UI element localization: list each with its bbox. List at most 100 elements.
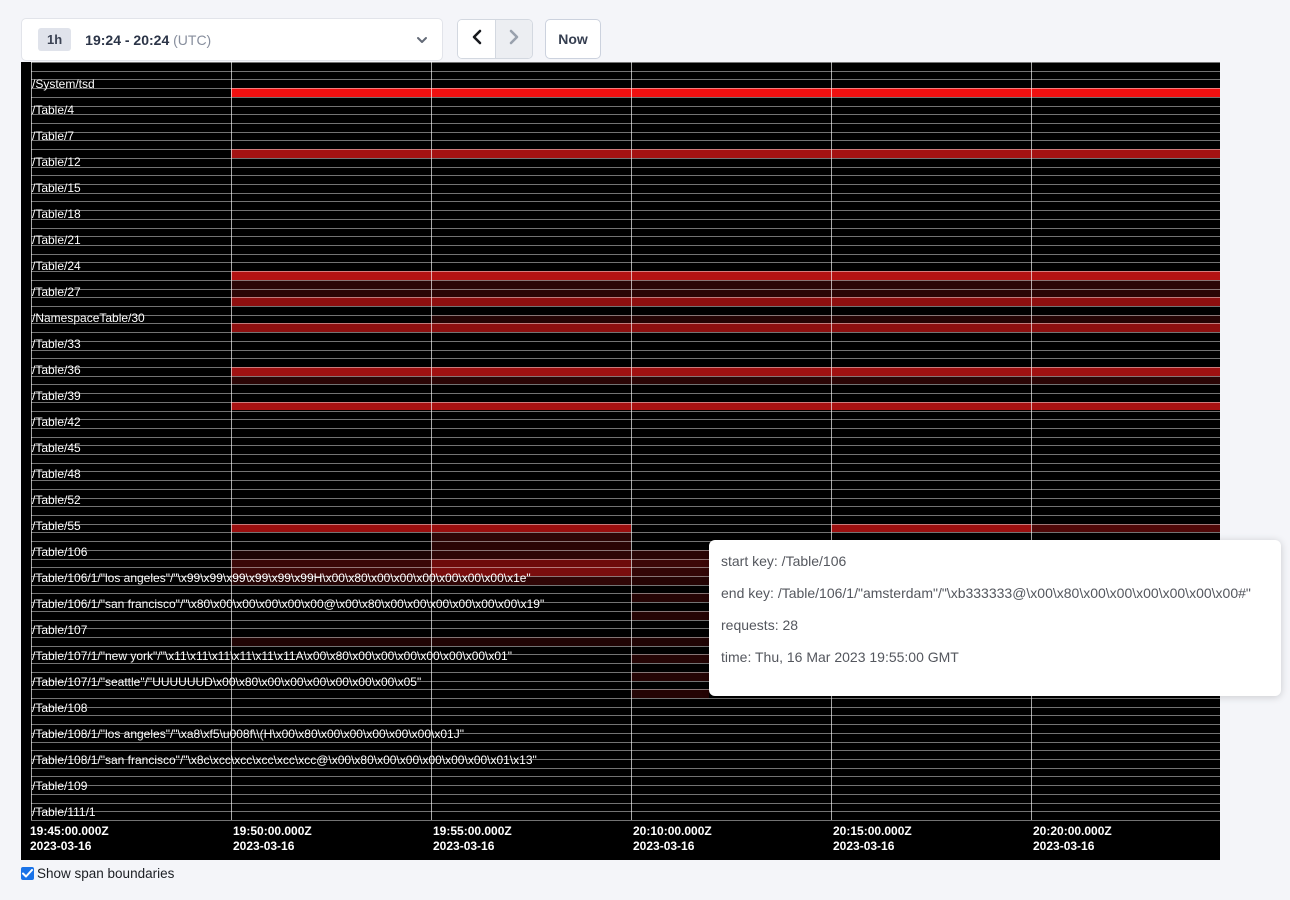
span-boundary-line: [31, 393, 1220, 394]
span-boundary-line: [31, 297, 1220, 298]
span-boundary-line: [31, 140, 1220, 141]
axis-date: 2023-03-16: [433, 839, 512, 854]
span-boundary-line: [31, 698, 1220, 699]
heat-band: [231, 367, 1220, 376]
axis-time: 19:45:00.000Z: [30, 824, 109, 839]
now-button[interactable]: Now: [545, 19, 601, 59]
next-time-button[interactable]: [496, 20, 532, 58]
span-boundary-line: [31, 794, 1220, 795]
row-label: /Table/45: [32, 441, 81, 455]
span-boundary-line: [31, 306, 1220, 307]
span-boundary-line: [31, 123, 1220, 124]
row-label: /Table/52: [32, 493, 81, 507]
key-visualizer-heatmap[interactable]: /System/tsd/Table/4/Table/7/Table/12/Tab…: [21, 62, 1220, 860]
span-boundary-line: [31, 358, 1220, 359]
row-label: /Table/108/1/"los angeles"/"\xa8\xf5\u00…: [32, 727, 464, 741]
x-axis-tick: 19:50:00.000Z2023-03-16: [233, 824, 312, 854]
heat-band: [631, 576, 709, 585]
time-gridline: [831, 62, 832, 820]
row-label: /Table/24: [32, 259, 81, 273]
axis-time: 19:50:00.000Z: [233, 824, 312, 839]
heat-band: [431, 559, 631, 568]
span-boundary-line: [31, 445, 1220, 446]
row-label: /Table/12: [32, 155, 81, 169]
row-label: /Table/4: [32, 103, 74, 117]
show-span-boundaries-row: Show span boundaries: [21, 866, 174, 881]
time-gridline: [431, 62, 432, 820]
span-boundary-line: [31, 236, 1220, 237]
span-boundary-line: [31, 480, 1220, 481]
axis-date: 2023-03-16: [30, 839, 109, 854]
time-gridline: [631, 62, 632, 820]
span-boundary-line: [31, 332, 1220, 333]
span-boundary-line: [31, 367, 1220, 368]
span-boundary-line: [31, 289, 1220, 290]
row-label: /Table/21: [32, 233, 81, 247]
span-boundary-line: [31, 411, 1220, 412]
heat-band: [431, 550, 631, 559]
row-label: /Table/108/1/"san francisco"/"\x8c\xcc\x…: [32, 753, 537, 767]
row-label: /Table/107/1/"new york"/"\x11\x11\x11\x1…: [32, 649, 512, 663]
heat-band: [231, 323, 1220, 332]
x-axis-tick: 20:15:00.000Z2023-03-16: [833, 824, 912, 854]
heat-band: [431, 315, 1220, 324]
row-label: /Table/33: [32, 337, 81, 351]
span-boundary-line: [31, 454, 1220, 455]
span-boundary-line: [31, 715, 1220, 716]
row-label: /Table/7: [32, 129, 74, 143]
row-label: /Table/39: [32, 389, 81, 403]
tooltip-time: time: Thu, 16 Mar 2023 19:55:00 GMT: [721, 650, 1269, 665]
span-boundary-line: [31, 506, 1220, 507]
row-label: /Table/55: [32, 519, 81, 533]
span-boundary-line: [31, 132, 1220, 133]
heat-band: [631, 689, 709, 698]
heat-band: [231, 289, 1220, 298]
heat-band: [431, 541, 631, 550]
span-boundary-line: [31, 323, 1220, 324]
span-boundary-line: [31, 524, 1220, 525]
row-label: /Table/107/1/"seattle"/"UUUUUUD\x00\x80\…: [32, 675, 421, 689]
span-boundary-line: [31, 71, 1220, 72]
time-nav-group: [457, 19, 533, 59]
duration-chip: 1h: [38, 28, 71, 51]
span-boundary-line: [31, 201, 1220, 202]
prev-time-button[interactable]: [458, 20, 496, 58]
heat-band: [831, 524, 1031, 533]
span-boundary-line: [31, 532, 1220, 533]
axis-date: 2023-03-16: [233, 839, 312, 854]
row-label: /NamespaceTable/30: [32, 311, 145, 325]
span-boundary-line: [31, 463, 1220, 464]
show-span-boundaries-label: Show span boundaries: [37, 866, 174, 881]
heat-band: [231, 559, 431, 568]
axis-date: 2023-03-16: [633, 839, 712, 854]
heat-band: [631, 559, 709, 568]
axis-date: 2023-03-16: [1033, 839, 1112, 854]
span-boundary-line: [31, 419, 1220, 420]
span-boundary-line: [31, 785, 1220, 786]
row-label: /Table/48: [32, 467, 81, 481]
heatmap-tooltip: start key: /Table/106 end key: /Table/10…: [709, 540, 1281, 696]
row-label: /Table/106/1/"los angeles"/"\x99\x99\x99…: [32, 571, 531, 585]
row-label: /System/tsd: [32, 77, 95, 91]
show-span-boundaries-checkbox[interactable]: [21, 867, 34, 880]
span-boundary-line: [31, 402, 1220, 403]
time-range-selector[interactable]: 1h 19:24 - 20:24 (UTC): [21, 18, 443, 61]
x-axis-tick: 20:10:00.000Z2023-03-16: [633, 824, 712, 854]
span-boundary-line: [31, 97, 1220, 98]
heat-band: [231, 550, 431, 559]
span-boundary-line: [31, 498, 1220, 499]
span-boundary-line: [31, 210, 1220, 211]
span-boundary-line: [31, 803, 1220, 804]
span-boundary-line: [31, 776, 1220, 777]
span-boundary-line: [31, 79, 1220, 80]
heat-band: [631, 654, 709, 663]
chevron-left-icon: [472, 29, 482, 50]
span-boundary-line: [31, 768, 1220, 769]
span-boundary-line: [31, 341, 1220, 342]
heat-band: [631, 611, 709, 620]
heat-band: [631, 593, 709, 602]
span-boundary-line: [31, 707, 1220, 708]
span-boundary-line: [31, 820, 1220, 821]
x-axis-tick: 19:55:00.000Z2023-03-16: [433, 824, 512, 854]
row-label: /Table/18: [32, 207, 81, 221]
